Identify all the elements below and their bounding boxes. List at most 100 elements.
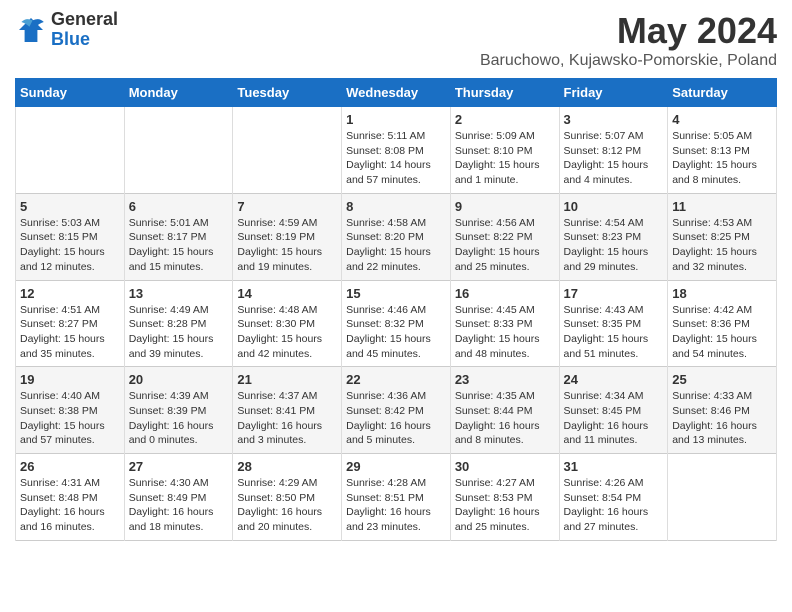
calendar-week-row: 12 Sunrise: 4:51 AMSunset: 8:27 PMDayligh…: [16, 280, 777, 367]
logo-icon: [15, 14, 47, 46]
day-info: Sunrise: 5:07 AMSunset: 8:12 PMDaylight:…: [564, 129, 664, 188]
logo-general-text: General: [51, 10, 118, 30]
day-number: 31: [564, 459, 664, 474]
header-thursday: Thursday: [450, 79, 559, 107]
day-info: Sunrise: 4:33 AMSunset: 8:46 PMDaylight:…: [672, 389, 772, 448]
calendar-cell: [233, 107, 342, 194]
day-info: Sunrise: 4:48 AMSunset: 8:30 PMDaylight:…: [237, 303, 337, 362]
day-number: 3: [564, 112, 664, 127]
day-number: 15: [346, 286, 446, 301]
day-info: Sunrise: 4:26 AMSunset: 8:54 PMDaylight:…: [564, 476, 664, 535]
day-number: 6: [129, 199, 229, 214]
calendar-cell: 10 Sunrise: 4:54 AMSunset: 8:23 PMDayligh…: [559, 193, 668, 280]
calendar-cell: 6 Sunrise: 5:01 AMSunset: 8:17 PMDaylight…: [124, 193, 233, 280]
header-monday: Monday: [124, 79, 233, 107]
calendar-week-row: 19 Sunrise: 4:40 AMSunset: 8:38 PMDayligh…: [16, 367, 777, 454]
day-number: 29: [346, 459, 446, 474]
day-info: Sunrise: 4:54 AMSunset: 8:23 PMDaylight:…: [564, 216, 664, 275]
day-number: 24: [564, 372, 664, 387]
day-number: 13: [129, 286, 229, 301]
day-number: 22: [346, 372, 446, 387]
logo-text: General Blue: [51, 10, 118, 50]
day-number: 1: [346, 112, 446, 127]
day-number: 14: [237, 286, 337, 301]
calendar-week-row: 26 Sunrise: 4:31 AMSunset: 8:48 PMDayligh…: [16, 454, 777, 541]
day-info: Sunrise: 5:03 AMSunset: 8:15 PMDaylight:…: [20, 216, 120, 275]
header-friday: Friday: [559, 79, 668, 107]
logo: General Blue: [15, 10, 118, 50]
day-info: Sunrise: 4:49 AMSunset: 8:28 PMDaylight:…: [129, 303, 229, 362]
header-row: Sunday Monday Tuesday Wednesday Thursday…: [16, 79, 777, 107]
calendar-cell: 12 Sunrise: 4:51 AMSunset: 8:27 PMDayligh…: [16, 280, 125, 367]
day-number: 26: [20, 459, 120, 474]
page-header: General Blue May 2024 Baruchowo, Kujawsk…: [15, 10, 777, 70]
day-number: 27: [129, 459, 229, 474]
day-number: 23: [455, 372, 555, 387]
calendar-cell: 16Sunrise: 4:45 AMSunset: 8:33 PMDayligh…: [450, 280, 559, 367]
day-info: Sunrise: 4:34 AMSunset: 8:45 PMDaylight:…: [564, 389, 664, 448]
title-block: May 2024 Baruchowo, Kujawsko-Pomorskie, …: [480, 10, 777, 70]
day-number: 18: [672, 286, 772, 301]
calendar-cell: 21 Sunrise: 4:37 AMSunset: 8:41 PMDayligh…: [233, 367, 342, 454]
calendar-cell: 3 Sunrise: 5:07 AMSunset: 8:12 PMDaylight…: [559, 107, 668, 194]
calendar-cell: 30 Sunrise: 4:27 AMSunset: 8:53 PMDayligh…: [450, 454, 559, 541]
calendar-cell: 29 Sunrise: 4:28 AMSunset: 8:51 PMDayligh…: [342, 454, 451, 541]
day-info: Sunrise: 5:05 AMSunset: 8:13 PMDaylight:…: [672, 129, 772, 188]
day-info: Sunrise: 4:53 AMSunset: 8:25 PMDaylight:…: [672, 216, 772, 275]
calendar-cell: 15 Sunrise: 4:46 AMSunset: 8:32 PMDayligh…: [342, 280, 451, 367]
calendar-cell: 26 Sunrise: 4:31 AMSunset: 8:48 PMDayligh…: [16, 454, 125, 541]
day-info: Sunrise: 4:31 AMSunset: 8:48 PMDaylight:…: [20, 476, 120, 535]
calendar-cell: 5Sunrise: 5:03 AMSunset: 8:15 PMDaylight…: [16, 193, 125, 280]
calendar-cell: 22Sunrise: 4:36 AMSunset: 8:42 PMDayligh…: [342, 367, 451, 454]
calendar-cell: 4 Sunrise: 5:05 AMSunset: 8:13 PMDaylight…: [668, 107, 777, 194]
day-info: Sunrise: 4:42 AMSunset: 8:36 PMDaylight:…: [672, 303, 772, 362]
calendar-cell: 27 Sunrise: 4:30 AMSunset: 8:49 PMDayligh…: [124, 454, 233, 541]
day-number: 4: [672, 112, 772, 127]
day-info: Sunrise: 4:56 AMSunset: 8:22 PMDaylight:…: [455, 216, 555, 275]
day-info: Sunrise: 4:27 AMSunset: 8:53 PMDaylight:…: [455, 476, 555, 535]
day-number: 7: [237, 199, 337, 214]
day-number: 8: [346, 199, 446, 214]
day-info: Sunrise: 5:11 AMSunset: 8:08 PMDaylight:…: [346, 129, 446, 188]
day-number: 12: [20, 286, 120, 301]
calendar-body: 1 Sunrise: 5:11 AMSunset: 8:08 PMDaylight…: [16, 107, 777, 541]
header-wednesday: Wednesday: [342, 79, 451, 107]
header-sunday: Sunday: [16, 79, 125, 107]
day-info: Sunrise: 4:29 AMSunset: 8:50 PMDaylight:…: [237, 476, 337, 535]
day-info: Sunrise: 4:43 AMSunset: 8:35 PMDaylight:…: [564, 303, 664, 362]
calendar-cell: 18 Sunrise: 4:42 AMSunset: 8:36 PMDayligh…: [668, 280, 777, 367]
day-info: Sunrise: 4:28 AMSunset: 8:51 PMDaylight:…: [346, 476, 446, 535]
location-subtitle: Baruchowo, Kujawsko-Pomorskie, Poland: [480, 52, 777, 70]
day-info: Sunrise: 4:39 AMSunset: 8:39 PMDaylight:…: [129, 389, 229, 448]
calendar-cell: 24 Sunrise: 4:34 AMSunset: 8:45 PMDayligh…: [559, 367, 668, 454]
day-info: Sunrise: 4:51 AMSunset: 8:27 PMDaylight:…: [20, 303, 120, 362]
calendar-header: Sunday Monday Tuesday Wednesday Thursday…: [16, 79, 777, 107]
calendar-cell: [668, 454, 777, 541]
calendar-cell: 7 Sunrise: 4:59 AMSunset: 8:19 PMDaylight…: [233, 193, 342, 280]
day-info: Sunrise: 4:40 AMSunset: 8:38 PMDaylight:…: [20, 389, 120, 448]
calendar-cell: 31 Sunrise: 4:26 AMSunset: 8:54 PMDayligh…: [559, 454, 668, 541]
day-number: 30: [455, 459, 555, 474]
logo-blue-text: Blue: [51, 30, 118, 50]
month-year-title: May 2024: [480, 10, 777, 52]
header-saturday: Saturday: [668, 79, 777, 107]
calendar-cell: 14 Sunrise: 4:48 AMSunset: 8:30 PMDayligh…: [233, 280, 342, 367]
calendar-cell: 17Sunrise: 4:43 AMSunset: 8:35 PMDayligh…: [559, 280, 668, 367]
day-number: 11: [672, 199, 772, 214]
day-number: 25: [672, 372, 772, 387]
day-info: Sunrise: 5:01 AMSunset: 8:17 PMDaylight:…: [129, 216, 229, 275]
calendar-cell: [124, 107, 233, 194]
day-info: Sunrise: 4:46 AMSunset: 8:32 PMDaylight:…: [346, 303, 446, 362]
day-number: 21: [237, 372, 337, 387]
day-info: Sunrise: 4:30 AMSunset: 8:49 PMDaylight:…: [129, 476, 229, 535]
calendar-cell: 11 Sunrise: 4:53 AMSunset: 8:25 PMDayligh…: [668, 193, 777, 280]
day-number: 9: [455, 199, 555, 214]
calendar-cell: 13 Sunrise: 4:49 AMSunset: 8:28 PMDayligh…: [124, 280, 233, 367]
day-info: Sunrise: 4:37 AMSunset: 8:41 PMDaylight:…: [237, 389, 337, 448]
calendar-cell: 28Sunrise: 4:29 AMSunset: 8:50 PMDayligh…: [233, 454, 342, 541]
calendar-table: Sunday Monday Tuesday Wednesday Thursday…: [15, 78, 777, 541]
day-info: Sunrise: 4:59 AMSunset: 8:19 PMDaylight:…: [237, 216, 337, 275]
calendar-cell: 25 Sunrise: 4:33 AMSunset: 8:46 PMDayligh…: [668, 367, 777, 454]
day-number: 19: [20, 372, 120, 387]
day-number: 10: [564, 199, 664, 214]
